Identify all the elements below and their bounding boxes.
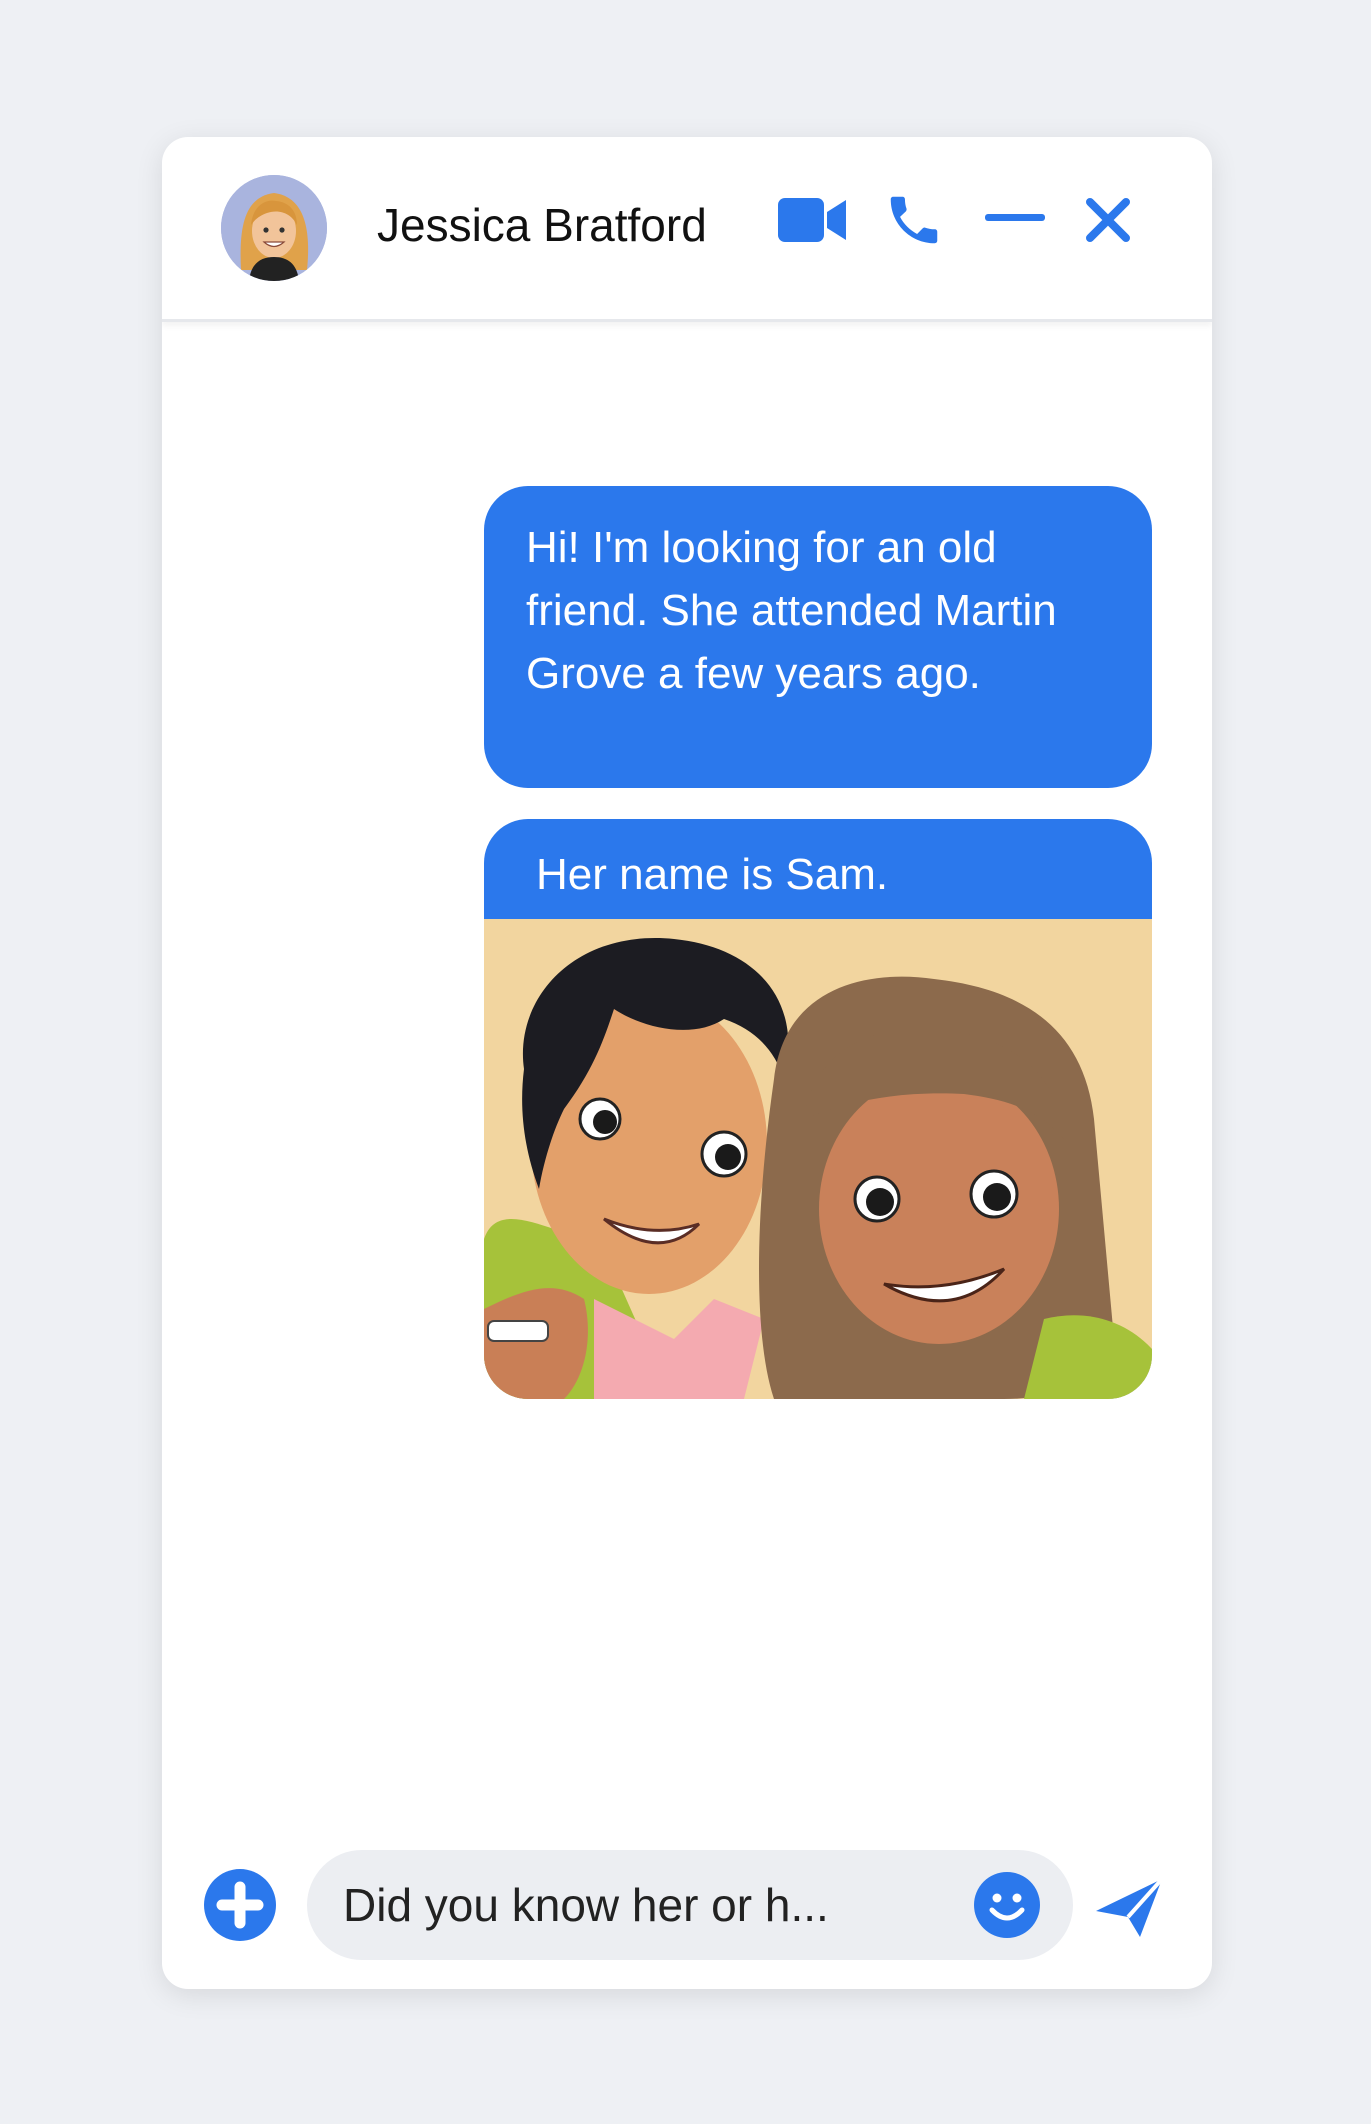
add-icon[interactable] [204, 1869, 276, 1941]
close-icon[interactable] [1085, 197, 1131, 243]
message-text: Hi! I'm looking for an old friend. She a… [526, 523, 1057, 698]
contact-name: Jessica Bratford [377, 199, 707, 251]
phone-icon[interactable] [883, 189, 945, 251]
avatar[interactable] [221, 175, 327, 281]
chat-window: Jessica Bratford Hi! I'm looking for an … [162, 137, 1212, 1989]
message-input-value[interactable]: Did you know her or h... [343, 1877, 829, 1933]
message-text: Her name is Sam. [536, 850, 889, 899]
video-call-icon[interactable] [778, 197, 848, 243]
send-icon[interactable] [1094, 1875, 1164, 1941]
minimize-icon[interactable] [985, 211, 1045, 225]
attached-photo[interactable] [484, 919, 1152, 1399]
message-composer: Did you know her or h... [162, 1837, 1212, 1989]
emoji-icon[interactable] [974, 1872, 1040, 1938]
message-bubble: Hi! I'm looking for an old friend. She a… [484, 486, 1152, 788]
message-list: Hi! I'm looking for an old friend. She a… [162, 322, 1212, 1772]
message-bubble-with-image: Her name is Sam. [484, 819, 1152, 1399]
message-input[interactable]: Did you know her or h... [307, 1850, 1073, 1960]
avatar-image [221, 175, 327, 281]
chat-header: Jessica Bratford [162, 137, 1212, 322]
